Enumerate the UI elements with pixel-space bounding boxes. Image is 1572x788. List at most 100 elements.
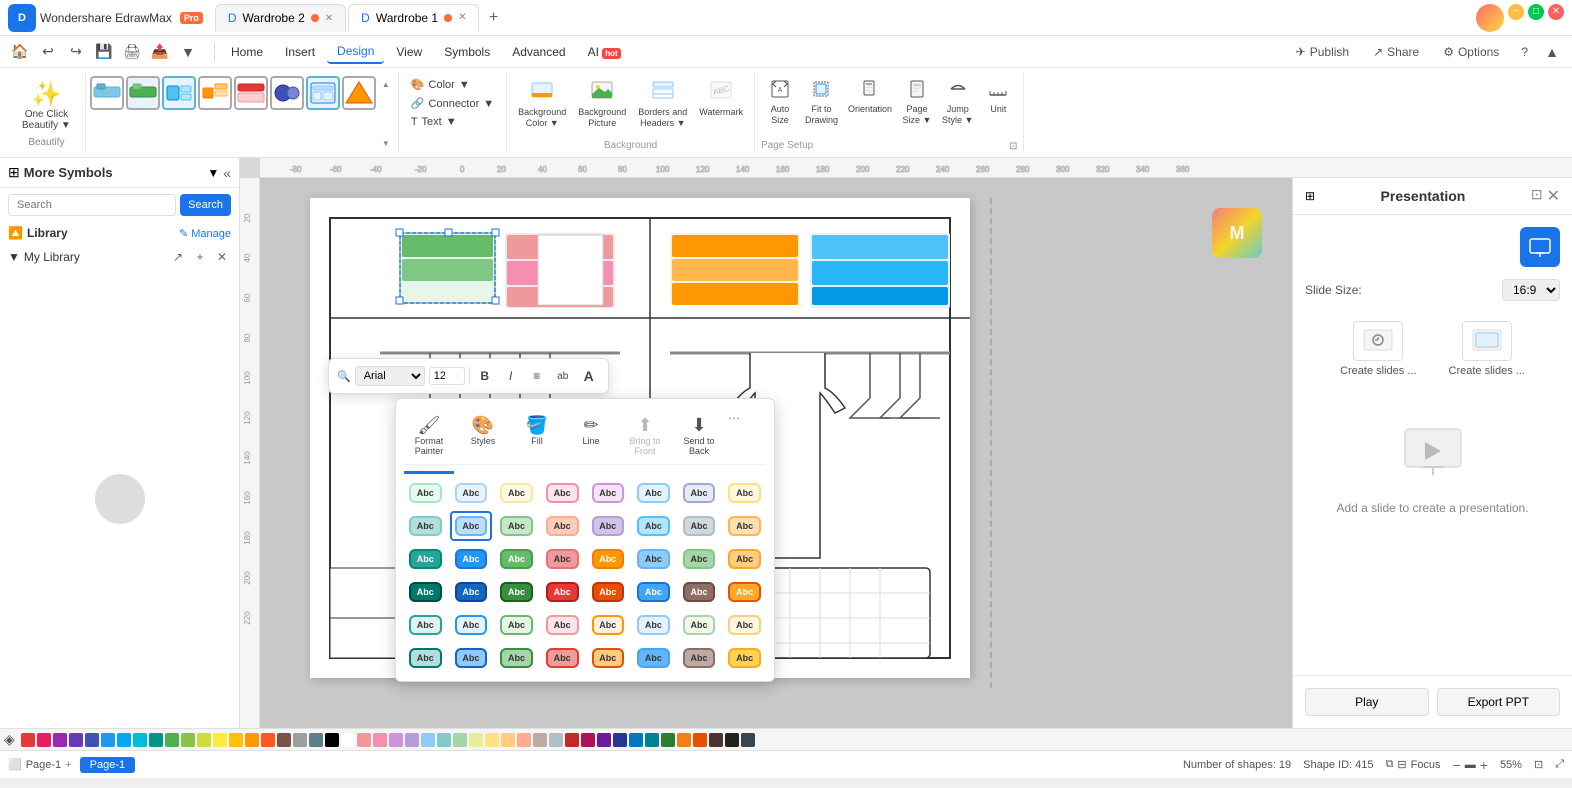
color-swatch[interactable]: [597, 733, 611, 747]
color-swatch[interactable]: [741, 733, 755, 747]
background-picture-button[interactable]: BackgroundPicture: [573, 76, 631, 132]
style-scroll-up[interactable]: ▲: [380, 78, 392, 90]
search-button[interactable]: Search: [180, 194, 231, 216]
style-cell[interactable]: Abc: [587, 478, 630, 508]
style-cell[interactable]: Abc: [495, 577, 538, 607]
style-cell[interactable]: Abc: [723, 478, 766, 508]
color-swatch[interactable]: [709, 733, 723, 747]
color-swatch[interactable]: [485, 733, 499, 747]
zoom-in-button[interactable]: +: [1480, 757, 1488, 773]
style-cell[interactable]: Abc: [678, 577, 721, 607]
style-cell[interactable]: Abc: [541, 511, 584, 541]
style-cell[interactable]: Abc: [404, 544, 447, 574]
color-swatch[interactable]: [197, 733, 211, 747]
style-cell[interactable]: Abc: [723, 610, 766, 640]
style-cell[interactable]: Abc: [678, 511, 721, 541]
color-swatch[interactable]: [293, 733, 307, 747]
menu-home[interactable]: Home: [221, 41, 273, 63]
style-scroll-down[interactable]: ▼: [380, 137, 392, 149]
color-swatch[interactable]: [21, 733, 35, 747]
tab-wardrobe1[interactable]: D Wardrobe 1 ✕: [348, 4, 479, 32]
style-cell[interactable]: Abc: [404, 577, 447, 607]
style-cell[interactable]: Abc: [723, 643, 766, 673]
library-export-button[interactable]: ↗: [169, 248, 187, 266]
style-cell[interactable]: Abc: [723, 544, 766, 574]
style-cell[interactable]: Abc: [541, 478, 584, 508]
color-swatch[interactable]: [69, 733, 83, 747]
color-swatch[interactable]: [661, 733, 675, 747]
text-option[interactable]: T Text ▼: [405, 114, 500, 130]
color-swatch[interactable]: [53, 733, 67, 747]
color-swatch[interactable]: [37, 733, 51, 747]
font-size-input[interactable]: [429, 367, 465, 385]
manage-button[interactable]: ✎ Manage: [179, 227, 231, 240]
borders-headers-button[interactable]: Borders andHeaders ▼: [633, 76, 692, 132]
style-cell[interactable]: Abc: [495, 643, 538, 673]
color-swatch[interactable]: [421, 733, 435, 747]
page-size-button[interactable]: PageSize ▼: [898, 76, 936, 129]
share-button[interactable]: ↗ Share: [1363, 41, 1429, 63]
style-cell[interactable]: Abc: [404, 478, 447, 508]
format-painter-button[interactable]: 🖌 FormatPainter: [404, 411, 454, 460]
home-button[interactable]: 🏠: [8, 40, 32, 64]
line-button[interactable]: ✏ Line: [566, 411, 616, 460]
color-swatch[interactable]: [373, 733, 387, 747]
export-button[interactable]: 📤: [148, 40, 172, 64]
jump-style-button[interactable]: JumpStyle ▼: [938, 76, 977, 129]
background-color-button[interactable]: BackgroundColor ▼: [513, 76, 571, 132]
help-button[interactable]: ?: [1513, 41, 1536, 63]
color-swatch[interactable]: [501, 733, 515, 747]
play-button[interactable]: Play: [1305, 688, 1429, 716]
style-preset-3[interactable]: [162, 76, 196, 110]
style-cell[interactable]: Abc: [495, 610, 538, 640]
close-button[interactable]: ✕: [1548, 4, 1564, 20]
color-swatch[interactable]: [453, 733, 467, 747]
color-swatch[interactable]: [645, 733, 659, 747]
presentation-close-button[interactable]: ✕: [1547, 186, 1560, 206]
style-preset-5[interactable]: [234, 76, 268, 110]
color-swatch[interactable]: [437, 733, 451, 747]
library-add-button[interactable]: +: [191, 248, 209, 266]
color-swatch[interactable]: [101, 733, 115, 747]
fit-to-drawing-button[interactable]: Fit toDrawing: [801, 76, 842, 129]
menu-insert[interactable]: Insert: [275, 41, 325, 63]
rs-expand-icon[interactable]: ⊞: [1305, 189, 1315, 203]
publish-button[interactable]: ✈ Publish: [1286, 41, 1359, 63]
layer-icon[interactable]: ⧉: [1386, 758, 1394, 771]
dropdown-button[interactable]: ▼: [176, 40, 200, 64]
style-cell[interactable]: Abc: [450, 478, 493, 508]
create-slides-button-1[interactable]: Create slides ...: [1332, 313, 1424, 385]
tab-wardrobe2-close[interactable]: ✕: [325, 13, 333, 24]
text-color-button[interactable]: A: [578, 365, 600, 387]
color-swatch[interactable]: [405, 733, 419, 747]
color-swatch[interactable]: [517, 733, 531, 747]
menu-symbols[interactable]: Symbols: [434, 41, 500, 63]
style-cell[interactable]: Abc: [450, 577, 493, 607]
style-cell[interactable]: Abc: [587, 511, 630, 541]
style-cell[interactable]: Abc: [450, 544, 493, 574]
color-swatch[interactable]: [117, 733, 131, 747]
style-preset-4[interactable]: [198, 76, 232, 110]
style-cell[interactable]: Abc: [632, 478, 675, 508]
style-cell[interactable]: Abc: [495, 544, 538, 574]
color-swatch[interactable]: [389, 733, 403, 747]
align-button[interactable]: ≡: [526, 365, 548, 387]
maximize-button[interactable]: □: [1528, 4, 1544, 20]
watermark-button[interactable]: ABC Watermark: [694, 76, 748, 121]
style-cell[interactable]: Abc: [632, 643, 675, 673]
style-cell[interactable]: Abc: [678, 643, 721, 673]
style-cell[interactable]: Abc: [587, 577, 630, 607]
style-cell[interactable]: Abc: [632, 610, 675, 640]
presentation-expand-button[interactable]: ⊡: [1531, 186, 1543, 206]
style-cell[interactable]: Abc: [587, 643, 630, 673]
color-swatch[interactable]: [725, 733, 739, 747]
menu-design[interactable]: Design: [327, 40, 384, 64]
style-cell[interactable]: Abc: [678, 544, 721, 574]
color-swatch[interactable]: [165, 733, 179, 747]
style-cell[interactable]: Abc: [678, 610, 721, 640]
add-page-button[interactable]: +: [65, 759, 71, 771]
fit-screen-button[interactable]: ⊡: [1534, 758, 1543, 771]
color-swatch[interactable]: [549, 733, 563, 747]
style-cell[interactable]: Abc: [632, 511, 675, 541]
new-tab-button[interactable]: +: [481, 6, 505, 30]
